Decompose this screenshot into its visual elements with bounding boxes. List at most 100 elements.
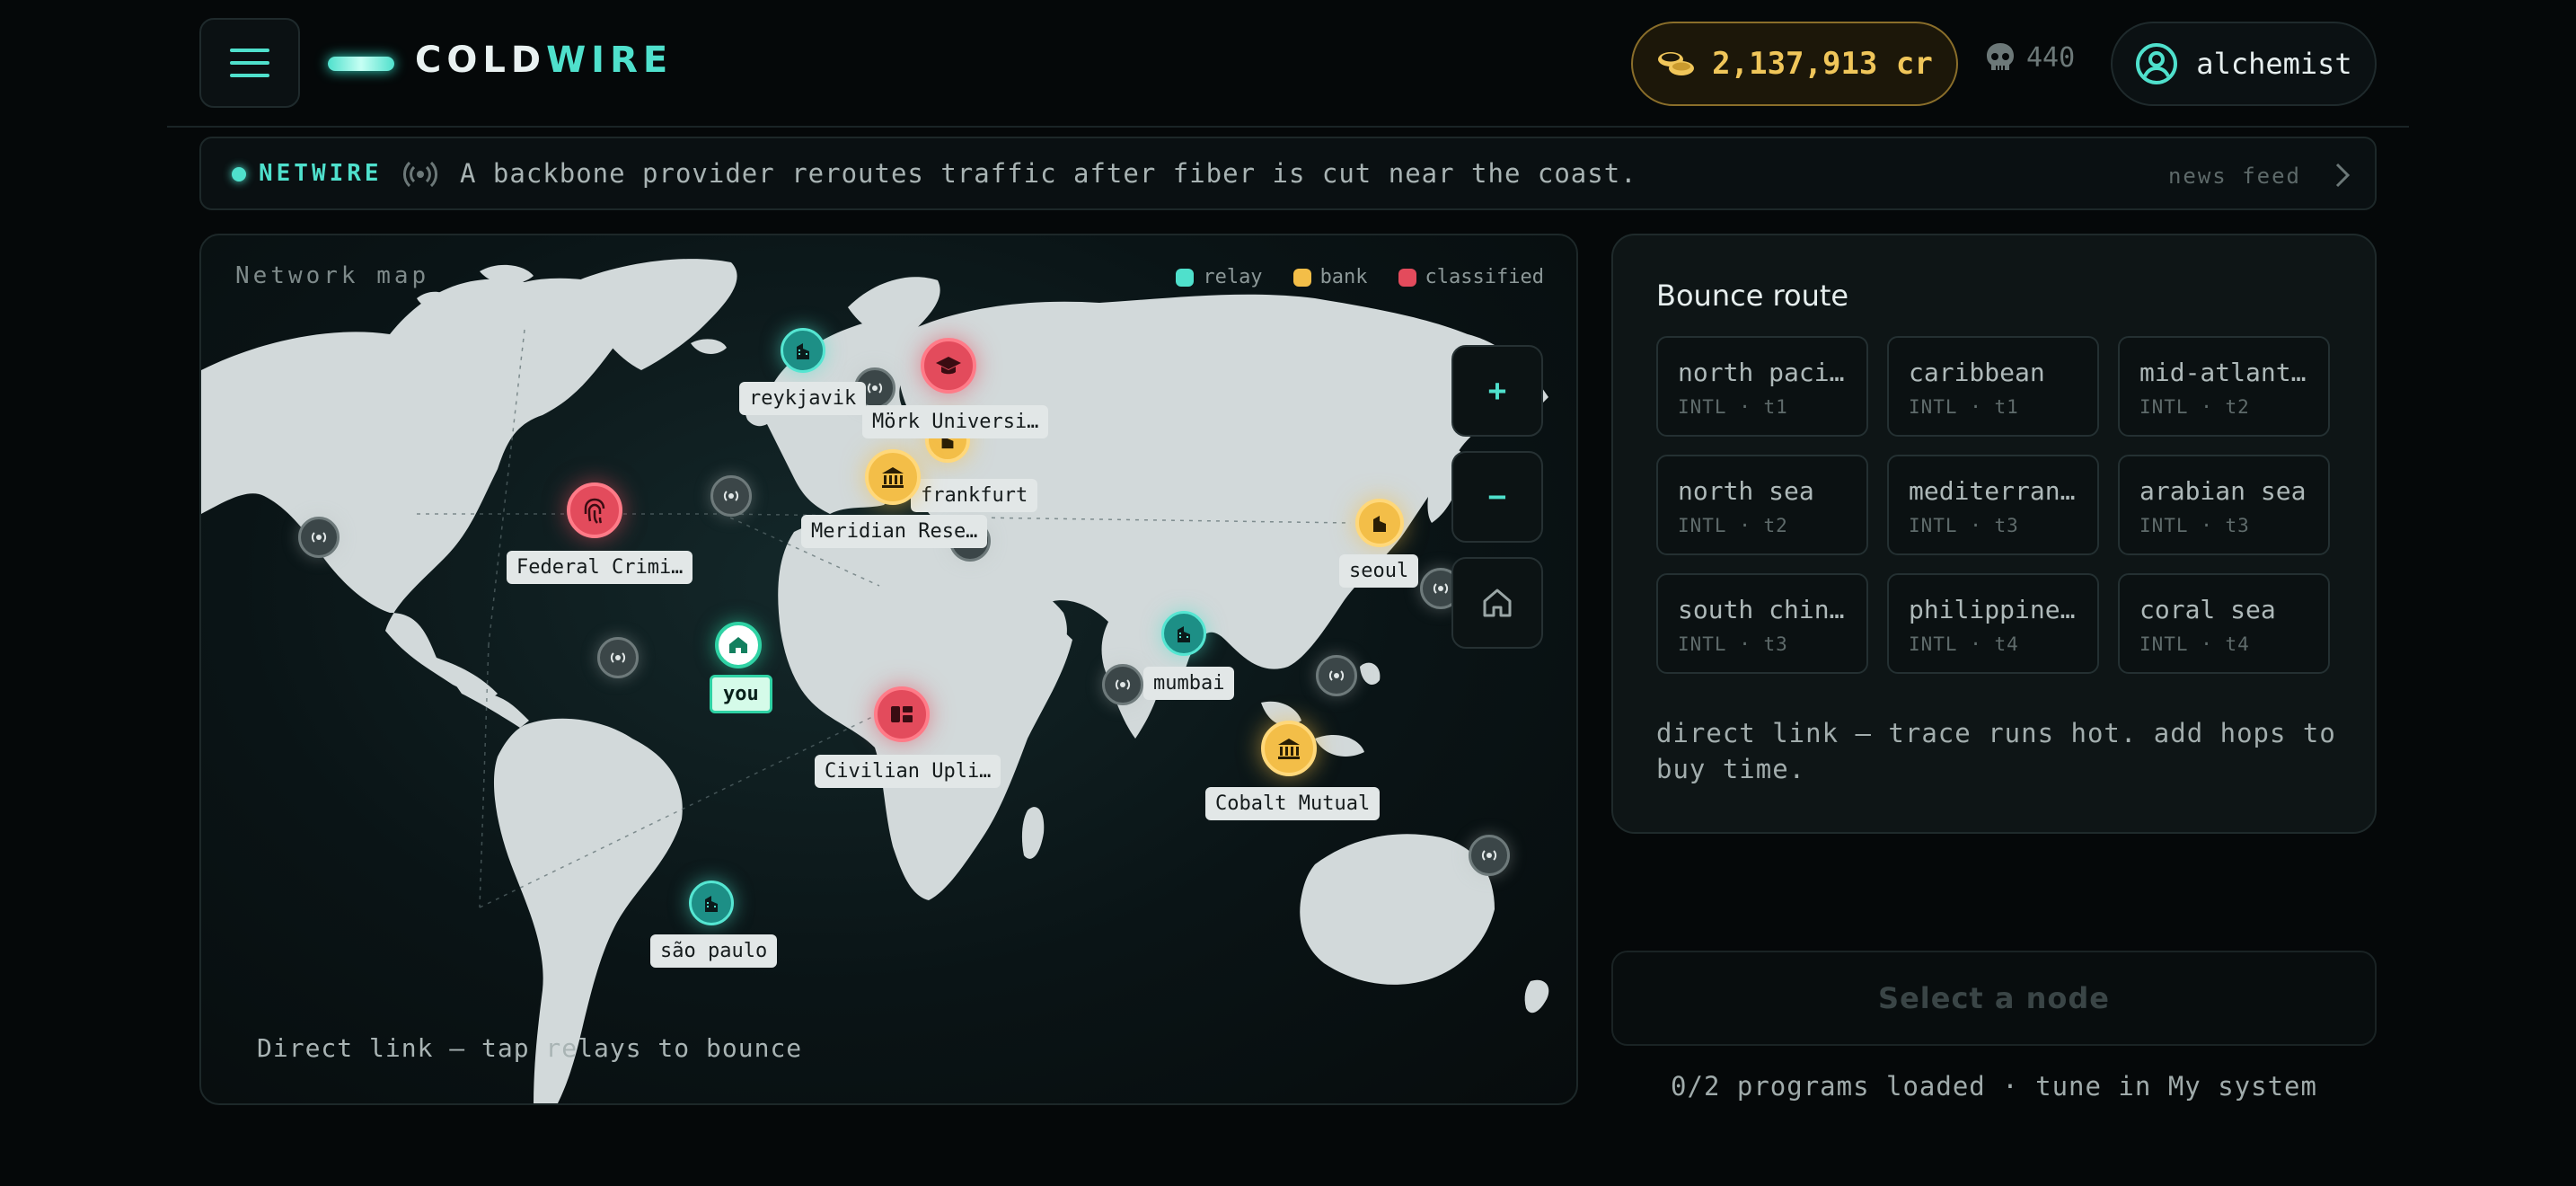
live-indicator (232, 167, 246, 181)
hop-name: caribbean (1909, 358, 2045, 387)
node-mumbai[interactable] (1161, 611, 1206, 656)
skull-icon (1987, 43, 2014, 70)
graduation-cap-icon (936, 357, 961, 375)
hop-name: north sea (1678, 476, 1814, 506)
logo-mark (328, 57, 394, 71)
hop-name: arabian sea (2139, 476, 2307, 506)
kill-count-value: 440 (2026, 41, 2076, 74)
map-legend: relay bank classified (1176, 266, 1544, 288)
building-icon (1178, 626, 1190, 642)
central-america-landmass (437, 658, 529, 728)
node-sao-paulo[interactable] (689, 881, 734, 925)
route-title: Bounce route (1656, 279, 1849, 313)
relay-node-caribbean[interactable] (597, 637, 639, 678)
recenter-button[interactable] (1451, 557, 1543, 649)
menu-button[interactable] (199, 18, 300, 108)
hop-name: philippine… (1909, 595, 2076, 624)
hop-meta: INTL · t1 (1909, 396, 2019, 418)
hop-card[interactable]: north paci… INTL · t1 (1656, 336, 1868, 437)
node-label-meridian: Meridian Rese… (801, 515, 988, 548)
hop-meta: INTL · t4 (2139, 633, 2250, 655)
plus-icon: + (1487, 373, 1507, 409)
hop-meta: INTL · t3 (1909, 515, 2019, 536)
news-ticker[interactable]: NETWIRE A backbone provider reroutes tra… (199, 137, 2377, 210)
chevron-right-icon[interactable] (2333, 162, 2351, 189)
hop-meta: INTL · t1 (1678, 396, 1788, 418)
node-reykjavik[interactable] (781, 328, 825, 373)
hop-name: coral sea (2139, 595, 2276, 624)
map-hint: Direct link — tap relays to bounce (257, 1033, 803, 1063)
hop-card[interactable]: arabian sea INTL · t3 (2118, 455, 2330, 555)
hop-card[interactable]: north sea INTL · t2 (1656, 455, 1868, 555)
hop-card[interactable]: mediterran… INTL · t3 (1887, 455, 2099, 555)
relay-swatch (1176, 268, 1195, 287)
hop-meta: INTL · t4 (1909, 633, 2019, 655)
hop-card[interactable]: caribbean INTL · t1 (1887, 336, 2099, 437)
node-federal-crime[interactable] (567, 482, 622, 538)
node-cobalt-mutual[interactable] (1261, 721, 1317, 776)
user-avatar-icon (2136, 43, 2178, 84)
hop-meta: INTL · t3 (2139, 515, 2250, 536)
fingerprint-icon (584, 498, 605, 524)
node-label-you: you (710, 675, 772, 713)
server-icon (891, 706, 913, 722)
australia-landmass (1300, 834, 1495, 985)
hamburger-menu-icon (230, 49, 269, 77)
legend-classified: classified (1398, 266, 1544, 288)
hop-meta: INTL · t2 (1678, 515, 1788, 536)
hop-name: mid-atlant… (2139, 358, 2307, 387)
news-feed-link[interactable]: news feed (2168, 164, 2301, 189)
hop-card[interactable]: south chin… INTL · t3 (1656, 573, 1868, 674)
relay-node-south-china[interactable] (1316, 655, 1357, 696)
hop-name: mediterran… (1909, 476, 2076, 506)
zoom-out-button[interactable]: − (1451, 451, 1543, 543)
node-label-mumbai: mumbai (1143, 667, 1235, 700)
hop-meta: INTL · t3 (1678, 633, 1788, 655)
header-divider (167, 126, 2409, 128)
credits-amount: 2,137,913 cr (1712, 46, 1933, 82)
home-icon (729, 637, 747, 653)
node-label-mork: Mörk Universi… (862, 405, 1049, 438)
hop-card[interactable]: coral sea INTL · t4 (2118, 573, 2330, 674)
credits-balance[interactable]: 2,137,913 cr (1631, 22, 1958, 106)
hop-card[interactable]: mid-atlant… INTL · t2 (2118, 336, 2330, 437)
zoom-in-button[interactable]: + (1451, 345, 1543, 437)
node-label-seoul: seoul (1339, 554, 1419, 588)
broadcast-icon (311, 532, 327, 543)
node-civilian-uplink[interactable] (874, 686, 930, 742)
node-label-federal: Federal Crimi… (507, 551, 693, 584)
node-home[interactable] (715, 622, 762, 668)
building-icon (797, 343, 809, 359)
select-node-button[interactable]: Select a node (1611, 951, 2377, 1046)
ticker-headline: A backbone provider reroutes traffic aft… (460, 158, 1637, 189)
coins-icon (1658, 52, 1695, 75)
relay-node-north-atlantic[interactable] (710, 475, 752, 517)
network-map[interactable]: Network map relay bank classified reykja… (199, 234, 1578, 1105)
bank-icon (1278, 739, 1300, 759)
hop-name: north paci… (1678, 358, 1845, 387)
bank-icon (882, 467, 904, 488)
relay-node-arabian-sea[interactable] (1102, 664, 1143, 705)
building-icon (1373, 516, 1386, 532)
user-profile-button[interactable]: alchemist (2111, 22, 2377, 106)
hop-card[interactable]: philippine… INTL · t4 (1887, 573, 2099, 674)
broadcast-icon (1481, 850, 1497, 861)
programs-status: 0/2 programs loaded · tune in My system (1671, 1071, 2317, 1102)
node-label-sao-paulo: são paulo (650, 934, 778, 968)
hop-name: south chin… (1678, 595, 1845, 624)
hop-meta: INTL · t2 (2139, 396, 2250, 418)
classified-swatch (1398, 268, 1416, 287)
kill-count: 440 (1985, 41, 2075, 74)
relay-node-coral-sea[interactable] (1469, 835, 1510, 876)
node-seoul[interactable] (1355, 499, 1404, 547)
node-meridian-research[interactable] (865, 449, 921, 505)
node-mork-university[interactable] (921, 338, 976, 394)
building-icon (705, 896, 718, 912)
username: alchemist (2196, 47, 2352, 81)
node-label-frankfurt: frankfurt (911, 479, 1038, 512)
route-status-note: direct link — trace runs hot. add hops t… (1656, 718, 2336, 784)
relay-node-pacific[interactable] (298, 517, 340, 558)
minus-icon: − (1487, 479, 1507, 515)
bounce-route-panel: Bounce route north paci… INTL · t1 caribb… (1611, 234, 2377, 834)
broadcast-icon (723, 491, 739, 501)
